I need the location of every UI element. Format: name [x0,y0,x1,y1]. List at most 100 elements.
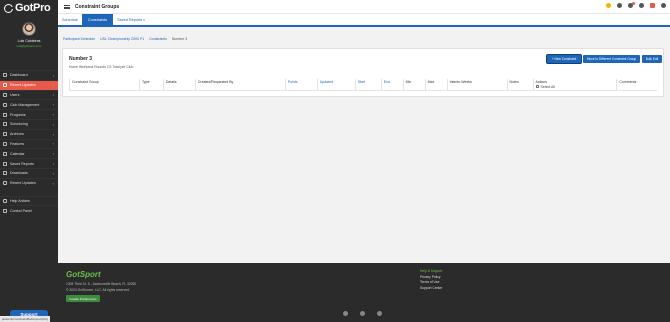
table-cell [506,84,534,91]
table-cell [162,84,196,91]
logo-text: GotPro [15,2,51,14]
sidebar-item-archives[interactable]: Archives › [0,128,58,139]
footer-links: Help & Support Privacy Policy Terms of U… [420,269,442,291]
constraint-card: Number 3 Home Weekend Rounds CS Total pe… [62,48,664,97]
breadcrumb-item[interactable]: USL Championship 2000 P1 [100,37,144,41]
tab-schedule[interactable]: Schedule [58,14,82,25]
lightbulb-icon[interactable] [606,3,611,8]
user-menu-icon[interactable] [650,3,655,8]
chevron-right-icon: › [52,170,54,176]
sidebar-item-downloads[interactable]: Downloads › [0,167,58,178]
chevron-right-icon: › [52,92,54,98]
sidebar-item-label-wrap: Dashboard [3,73,28,78]
settings-icon[interactable] [661,3,666,8]
report-icon [3,161,7,166]
social-icons [343,311,382,316]
footer-address: 1305 Third St. S., Jacksonville Beach, F… [66,282,137,286]
sidebar-item-label: Scheduling [10,122,28,127]
footer-link-support[interactable]: Support Center [420,286,442,292]
table-cell [316,84,356,91]
chevron-right-icon: › [52,131,54,137]
table-cell [284,84,318,91]
hamburger-menu-icon[interactable] [64,4,70,9]
help-icon [3,198,7,203]
tab-saved-reports[interactable]: Saved Reports ▾ [113,14,149,25]
help-icon[interactable] [617,3,622,8]
sidebar-item-dashboard[interactable]: Dashboard › [0,70,58,80]
table-subheader-row: Select All [69,84,657,91]
sidebar-item-help-articles[interactable]: Help Articles [0,195,58,206]
sidebar-nav: Dashboard › Recent Updates › Users › Club Mana… [0,70,58,215]
sidebar-item-label-wrap: Features [3,141,24,146]
sidebar-separator [0,188,58,196]
gotpro-logo[interactable]: GotPro [0,0,58,16]
top-bar: Constraint Groups [58,0,670,14]
sidebar-item-label-wrap: Archives [3,132,24,137]
sidebar-item-recent-updates[interactable]: Recent Updates › [0,177,58,188]
footer-link-terms[interactable]: Terms of Use [420,280,442,286]
instagram-icon[interactable] [377,311,382,316]
facebook-icon[interactable] [343,311,348,316]
twitter-icon[interactable] [360,311,365,316]
breadcrumb: Participant Schedule USL Championship 200… [63,37,187,41]
sidebar-item-label-wrap: Club Management [3,102,40,107]
table-cell [138,84,164,91]
sidebar-item-label: Club Management [10,102,40,107]
sidebar-item-label: Recent Updates [10,181,36,186]
notification-bell-icon[interactable] [628,2,635,8]
messages-icon[interactable] [639,3,644,8]
table-cell [354,84,382,91]
sidebar-item-users[interactable]: Users › [0,89,58,100]
chevron-right-icon: › [52,102,54,108]
grid-icon [3,73,7,78]
download-icon [3,171,7,176]
table-cell [69,84,140,91]
breadcrumb-item: Number 3 [171,37,188,41]
table-cell [424,84,448,91]
chevron-right-icon: › [52,180,54,186]
sidebar-item-programs[interactable]: Programs › [0,109,58,119]
sidebar-item-club-management[interactable]: Club Management › [0,99,58,109]
browser-status-bar: javascript:constraintModal.open(this); [0,316,51,322]
user-email: luis@gotsport.com [16,44,42,48]
sidebar-item-label: Saved Reports [10,161,34,166]
sidebar-item-features[interactable]: Features › [0,138,58,149]
users-icon [3,92,7,97]
sidebar-item-scheduling[interactable]: Scheduling › [0,118,58,129]
card-title: Number 3 [69,56,93,62]
app-window: GotPro Luis Caldeiras luis@gotsport.com … [0,0,670,322]
move-constraint-group-button[interactable]: Move to Different Constraint Group [583,55,640,63]
chevron-right-icon: › [52,151,54,157]
sidebar-item-label-wrap: Saved Reports [3,161,34,166]
sidebar-item-label: Archives [10,132,24,137]
sidebar-item-label: Recent Updates [10,83,36,88]
sidebar-item-calendar[interactable]: Calendar › [0,148,58,158]
sidebar-item-saved-reports[interactable]: Saved Reports › [0,158,58,168]
tab-constraints[interactable]: Constraints [81,14,114,25]
breadcrumb-item[interactable]: Constraints [149,37,167,41]
sidebar-item-label-wrap: Users [3,92,19,97]
chevron-right-icon: › [52,161,54,167]
caret-down-icon: ▾ [143,17,145,22]
table-cell [380,84,404,91]
footer: GotSport 1305 Third St. S., Jacksonville… [58,263,670,322]
chevron-right-icon: › [52,72,54,78]
table-cell [616,84,657,91]
gotsport-logo[interactable]: GotSport [66,270,101,279]
select-all-checkbox[interactable] [535,85,539,89]
sidebar-item-recent-updates[interactable]: Recent Updates › [0,79,58,90]
table-cell [402,84,426,91]
new-constraint-button[interactable]: + New Constraint [547,55,581,63]
footer-address-block: 1305 Third St. S., Jacksonville Beach, F… [66,282,136,293]
sidebar-item-control-panel[interactable]: Control Panel [0,205,58,215]
table-cell [194,84,286,91]
avatar[interactable] [22,22,36,36]
constraints-table: Constraint Group Type Details Created/Reque… [69,79,657,91]
sidebar-item-label-wrap: Scheduling [3,122,28,127]
breadcrumb-item[interactable]: Participant Schedule [63,37,95,41]
cookie-preferences-button[interactable]: Cookie Preferences [66,295,100,302]
footer-copyright: © 2024 GotSoccer, LLC. All rights reserv… [66,287,130,292]
bulk-edit-button[interactable]: Bulk Edit [642,55,662,63]
sidebar-item-label: Help Articles [10,198,30,203]
chevron-right-icon: › [52,121,54,127]
